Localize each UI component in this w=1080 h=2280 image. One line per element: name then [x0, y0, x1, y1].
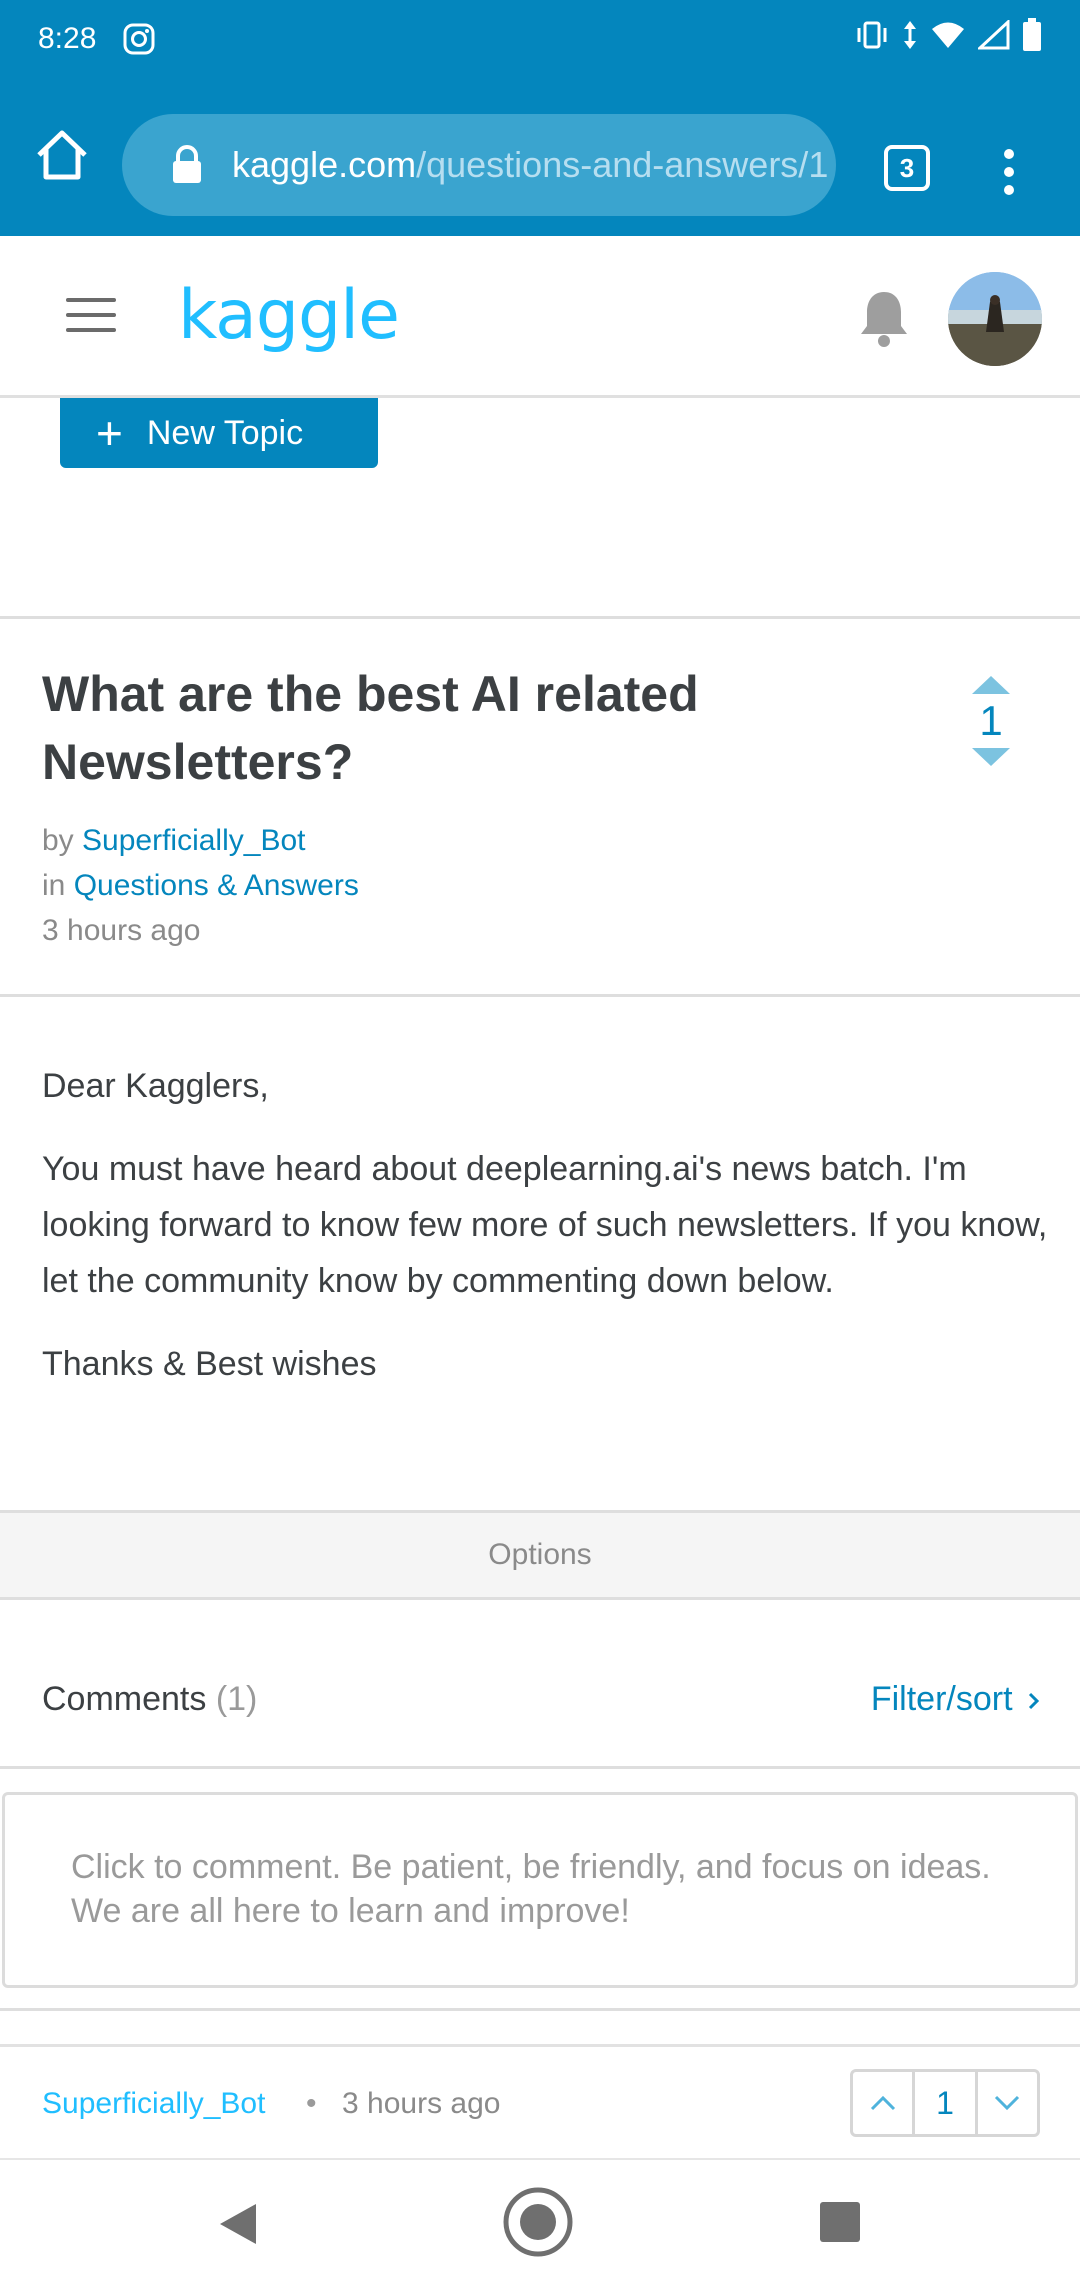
new-topic-button[interactable]: + New Topic	[60, 398, 378, 468]
upvote-icon[interactable]	[972, 676, 1010, 694]
topic-forum-link[interactable]: Questions & Answers	[74, 869, 359, 902]
signal-icon	[976, 18, 1010, 58]
url-host: kaggle.com	[232, 144, 417, 185]
screen: 8:28 kaggle.com /questions-and-answers/1…	[0, 0, 1080, 2280]
lock-icon	[173, 145, 201, 183]
new-topic-label: New Topic	[146, 413, 304, 452]
instagram-icon	[122, 22, 156, 56]
back-icon[interactable]	[218, 2202, 258, 2251]
chevron-up-icon[interactable]	[853, 2072, 912, 2134]
home-icon[interactable]	[30, 123, 94, 187]
body-paragraph: You must have heard about deeplearning.a…	[42, 1150, 1048, 1300]
vibrate-icon	[854, 20, 890, 58]
comment-author-link[interactable]: Superficially_Bot	[42, 2087, 265, 2121]
downvote-icon[interactable]	[972, 748, 1010, 766]
home-circle-icon[interactable]	[502, 2186, 574, 2263]
status-time: 8:28	[38, 22, 97, 55]
topic-body: Dear Kagglers, You must have heard about…	[42, 1058, 1052, 1419]
topic-vote-widget: 1	[960, 676, 1022, 766]
notification-bell-icon[interactable]	[856, 288, 912, 350]
topic-forum-line: in Questions & Answers	[42, 869, 359, 903]
options-button[interactable]: Options	[0, 1510, 1080, 1600]
divider	[0, 2008, 1080, 2011]
status-icons	[854, 18, 1042, 60]
comment-separator: •	[306, 2087, 317, 2120]
comment-item: Superficially_Bot • 3 hours ago 1	[0, 2044, 1080, 2158]
topic-author-line: by Superficially_Bot	[42, 824, 305, 858]
url-bar[interactable]: kaggle.com/questions-and-answers/1	[122, 114, 836, 216]
by-label: by	[42, 824, 74, 857]
status-bar: 8:28	[0, 0, 1080, 78]
chevron-right-icon	[1028, 1692, 1040, 1710]
comment-vote-widget: 1	[850, 2069, 1040, 2137]
divider	[0, 616, 1080, 619]
hamburger-menu-icon[interactable]	[66, 298, 116, 332]
in-label: in	[42, 869, 66, 902]
comments-label: Comments	[42, 1680, 207, 1718]
comments-heading: Comments (1)	[42, 1680, 257, 1719]
plus-icon: +	[96, 407, 123, 459]
topic-title: What are the best AI related Newsletters…	[42, 666, 699, 790]
battery-icon	[1022, 18, 1042, 60]
url-path: /questions-and-answers/1	[416, 144, 829, 185]
topic-time: 3 hours ago	[42, 914, 201, 947]
recent-apps-icon[interactable]	[820, 2202, 860, 2242]
avatar[interactable]	[948, 272, 1042, 366]
topic-vote-count: 1	[979, 697, 1003, 744]
divider	[0, 994, 1080, 997]
overflow-menu-icon[interactable]	[994, 142, 1024, 202]
browser-toolbar: kaggle.com/questions-and-answers/1 3	[0, 78, 1080, 236]
topic-author-link[interactable]: Superficially_Bot	[82, 824, 305, 857]
comment-time: 3 hours ago	[342, 2087, 501, 2120]
filter-sort-label: Filter/sort	[870, 1680, 1013, 1718]
filter-sort-button[interactable]: Filter/sort	[871, 1680, 1042, 1719]
comment-vote-count: 1	[912, 2072, 978, 2134]
kaggle-logo[interactable]: kaggle	[178, 276, 400, 355]
comment-input[interactable]: Click to comment. Be patient, be friendl…	[2, 1792, 1078, 1988]
tab-switcher-button[interactable]: 3	[884, 145, 930, 191]
body-paragraph: Thanks & Best wishes	[42, 1345, 377, 1383]
wifi-icon	[930, 20, 966, 58]
divider	[0, 1766, 1080, 1769]
comments-count: (1)	[215, 1680, 258, 1718]
chevron-down-icon[interactable]	[978, 2072, 1037, 2134]
data-arrows-icon	[902, 19, 918, 59]
kaggle-header: kaggle	[0, 236, 1080, 398]
system-navigation-bar	[0, 2158, 1080, 2280]
body-paragraph: Dear Kagglers,	[42, 1067, 269, 1105]
